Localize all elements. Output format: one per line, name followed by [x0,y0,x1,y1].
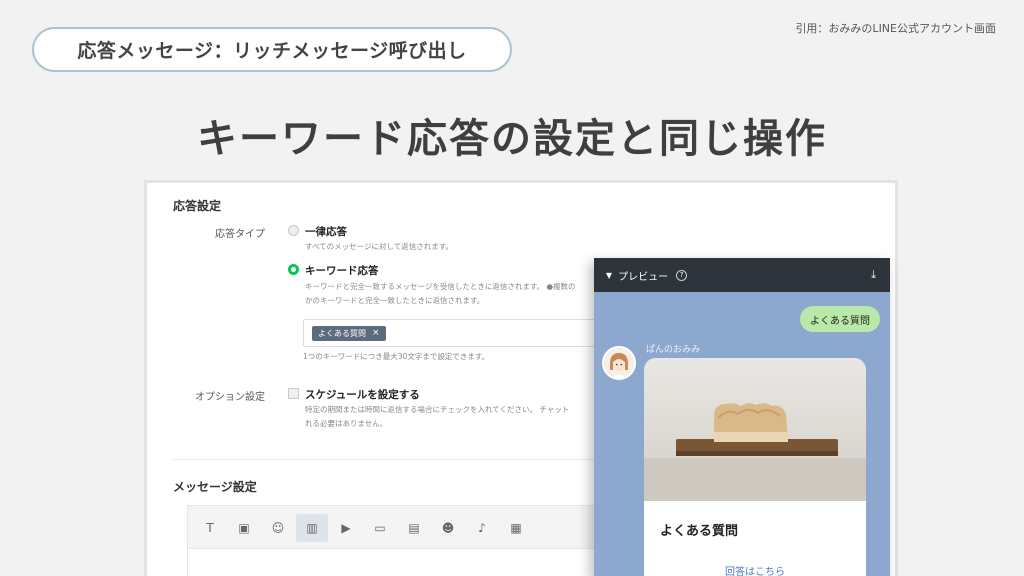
sticker-icon[interactable]: ☺ [262,514,294,542]
card-link[interactable]: 回答はこちら [644,563,866,576]
keyword-tag-text: よくある質問 [318,329,366,338]
slide-topic-pill: 応答メッセージ：リッチメッセージ呼び出し [32,27,512,72]
image-icon[interactable]: ▣ [228,514,260,542]
rich-message-card[interactable]: よくある質問 回答はこちら [644,358,866,576]
schedule-description-1: 特定の期間または時間に返信する場合にチェックを入れてください。 チャット [305,405,570,414]
citation-note: 引用：おみみのLINE公式アカウント画面 [795,22,996,35]
video-icon[interactable]: ▶ [330,514,362,542]
text-icon[interactable]: T [194,514,226,542]
radio-keyword-response-label[interactable]: キーワード応答 [305,263,379,278]
radio-uniform-response-label[interactable]: 一律応答 [305,224,347,239]
slide-topic-text: 応答メッセージ：リッチメッセージ呼び出し [77,40,467,62]
keyword-input[interactable]: よくある質問 × [303,319,623,347]
coupon-icon[interactable]: ▦ [500,514,532,542]
option-settings-label: オプション設定 [195,392,265,403]
download-icon[interactable]: ⤓ [871,268,876,282]
rich-message-icon[interactable]: ▥ [296,514,328,542]
radio-keyword-response[interactable] [288,264,299,275]
schedule-description-2: れる必要はありません。 [305,419,388,428]
avatar [602,346,636,380]
uniform-response-description: すべてのメッセージに対して返信されます。 [305,242,454,251]
schedule-checkbox-label[interactable]: スケジュールを設定する [305,387,420,402]
keyword-hint: 1つのキーワードにつき最大30文字まで設定できます。 [303,352,490,361]
message-settings-title: メッセージ設定 [173,480,257,494]
keyword-tag: よくある質問 × [312,326,386,341]
response-settings-title: 応答設定 [173,199,222,213]
bread-photo [644,358,866,501]
slide-headline: キーワード応答の設定と同じ操作 [197,116,827,162]
preview-pane: ▼ プレビュー ? ⤓ よくある質問 ぱんのおみみ よくある質問 回答はこちら [594,258,890,576]
keyword-response-description-2: かのキーワードと完全一致したときに返信されます。 [305,296,485,305]
emoji-icon[interactable]: ☻ [432,514,464,542]
preview-header: ▼ プレビュー ? ⤓ [594,258,890,292]
rich-video-icon[interactable]: ▤ [398,514,430,542]
voice-icon[interactable]: ♪ [466,514,498,542]
card-message-icon[interactable]: ▭ [364,514,396,542]
help-icon[interactable]: ? [676,269,688,281]
user-message-bubble: よくある質問 [800,306,880,332]
remove-tag-icon[interactable]: × [372,326,380,341]
schedule-checkbox[interactable] [288,388,299,399]
radio-uniform-response[interactable] [288,225,299,236]
preview-title: プレビュー [618,271,669,283]
card-title: よくある質問 [660,524,739,539]
caret-down-icon[interactable]: ▼ [606,271,612,280]
keyword-response-description-1: キーワードと完全一致するメッセージを受信したときに返信されます。 ●複数の [305,282,576,291]
response-type-label: 応答タイプ [215,229,265,240]
sender-name: ぱんのおみみ [646,345,701,355]
